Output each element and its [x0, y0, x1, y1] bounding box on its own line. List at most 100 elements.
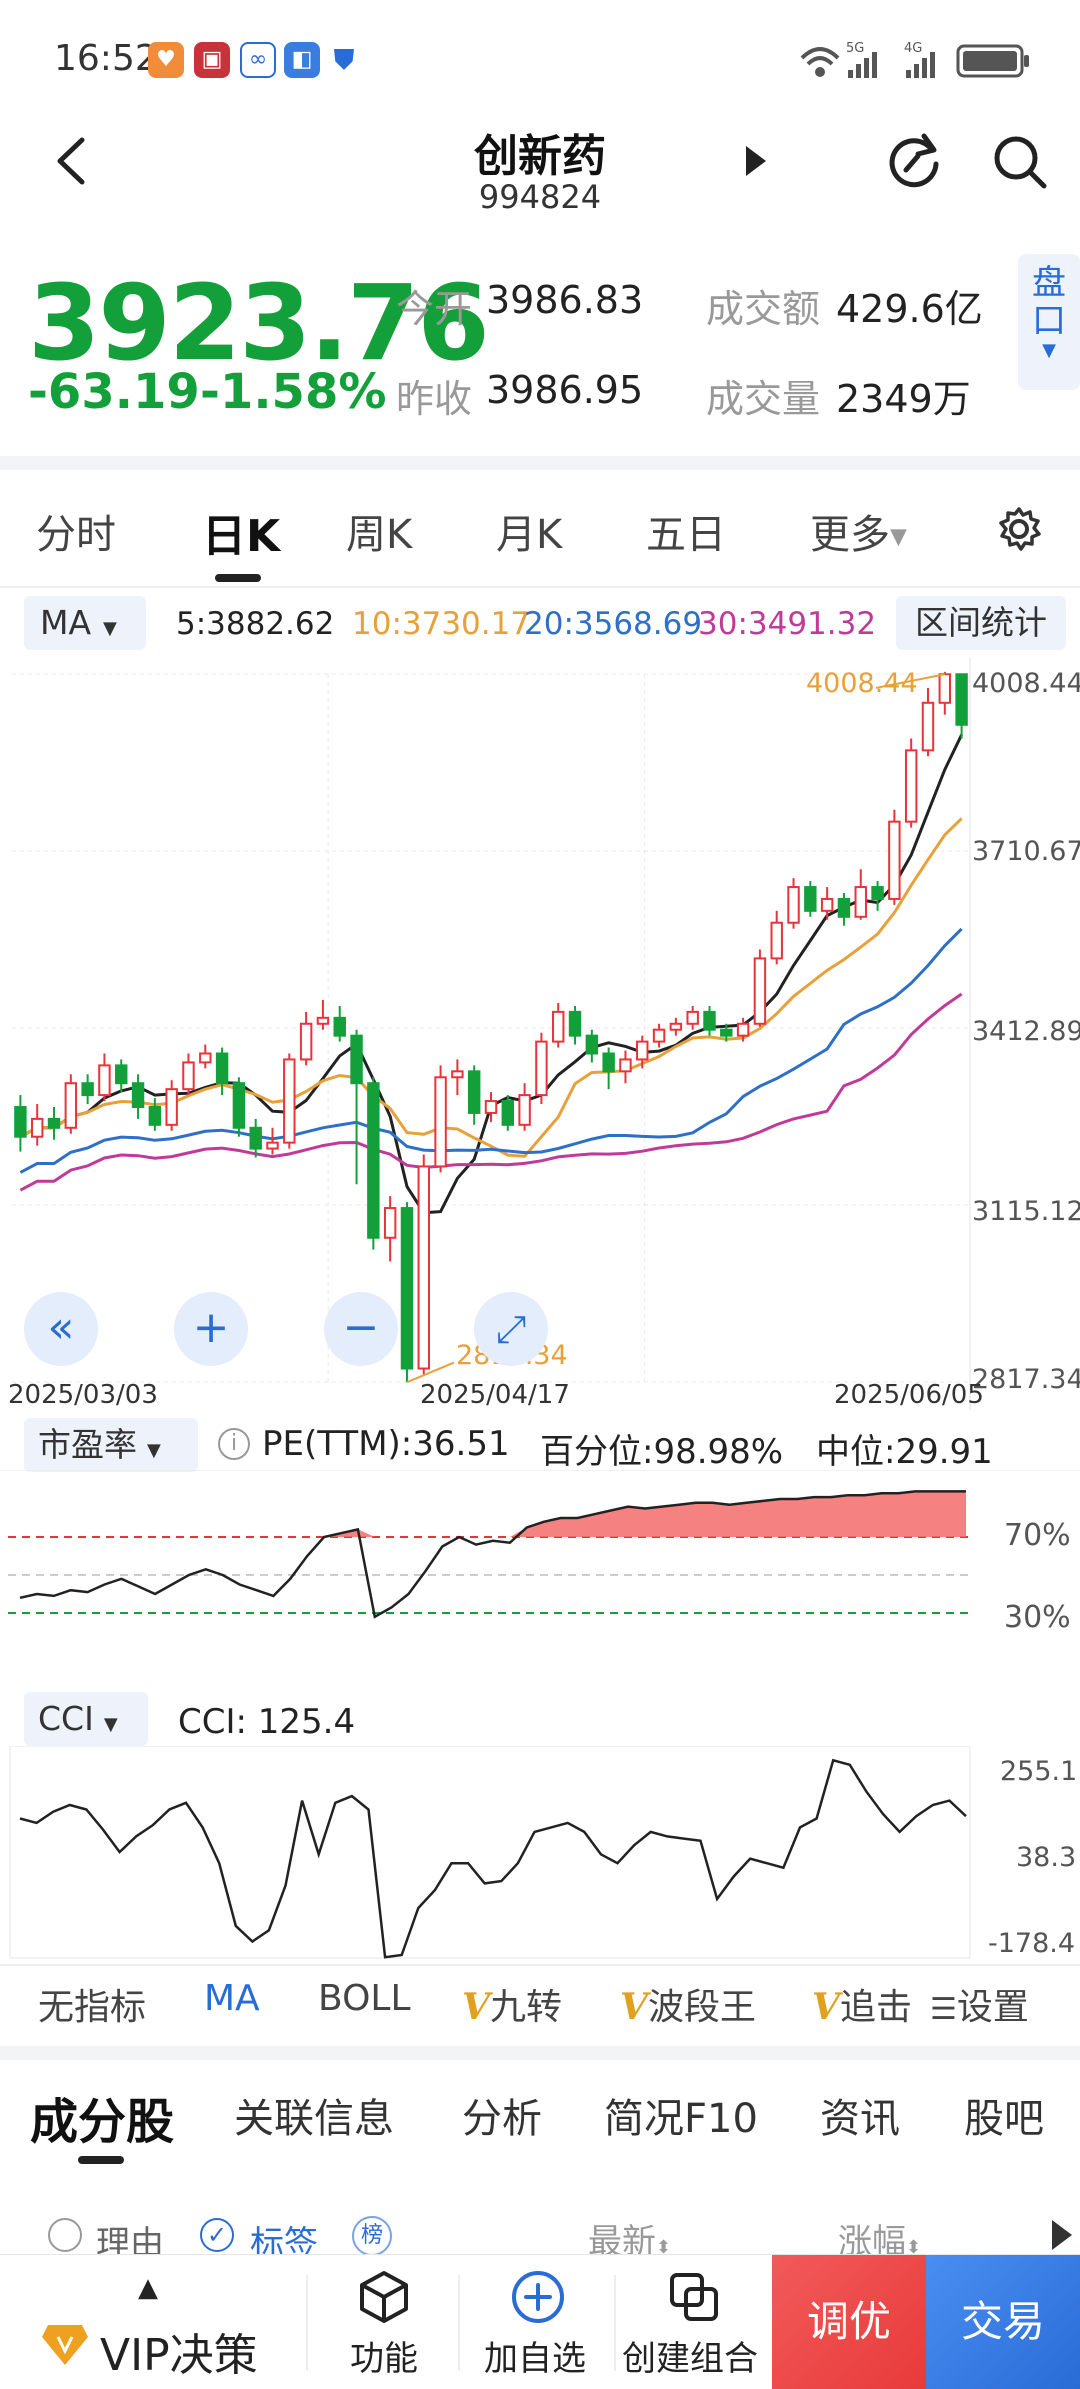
candle-body-3	[64, 1082, 78, 1129]
tab-more-label: 更多	[810, 512, 890, 558]
cci-selector[interactable]: CCI ▼	[24, 1692, 148, 1746]
shield-icon: ⛊	[333, 43, 355, 76]
y-tick-4: 3115.12	[972, 1196, 1080, 1227]
candle-body-11	[199, 1052, 212, 1064]
candle-body-45	[770, 921, 783, 960]
create-combo-button[interactable]: 创建组合	[616, 2255, 770, 2389]
scroll-left-button[interactable]: «	[24, 1292, 98, 1366]
search-icon[interactable]	[992, 134, 1048, 190]
prev-close-value: 3986.95	[486, 368, 644, 412]
divider	[0, 586, 1080, 588]
tab-related-info[interactable]: 关联信息	[234, 2086, 394, 2144]
layers-icon	[670, 2273, 718, 2321]
pe-chart[interactable]	[0, 1470, 1080, 1684]
chevron-up-icon: ▲	[138, 2273, 158, 2303]
function-button[interactable]: 功能	[308, 2255, 458, 2389]
tab-news[interactable]: 资讯	[820, 2086, 900, 2144]
tab-daily-k[interactable]: 日K	[202, 500, 280, 564]
pe-median: 中位:29.91	[816, 1432, 993, 1472]
cci-y-tick-3: -178.4	[988, 1928, 1076, 1959]
candle-body-2	[47, 1117, 61, 1129]
tab-monthly-k[interactable]: 月K	[496, 502, 562, 560]
volume-label: 成交量	[706, 377, 821, 421]
tab-analysis[interactable]: 分析	[462, 2086, 542, 2144]
ma-selector[interactable]: MA ▼	[24, 596, 146, 650]
candle-body-47	[804, 886, 817, 912]
cci-chart[interactable]	[0, 1746, 1080, 1960]
trade-button[interactable]: 交易	[926, 2255, 1080, 2389]
candle-body-25	[434, 1076, 447, 1168]
candle-body-53	[904, 749, 918, 823]
candle-body-36	[619, 1058, 632, 1073]
prev-close-label: 昨收	[396, 377, 473, 421]
candle-body-52	[888, 820, 901, 900]
cci-selector-label: CCI	[38, 1699, 94, 1738]
ma5-value: 5:3882.62	[176, 606, 335, 642]
candle-body-54	[921, 701, 935, 752]
tab-five-day[interactable]: 五日	[646, 502, 726, 560]
pankou-label-2: 口	[1032, 301, 1066, 341]
reason-radio[interactable]	[48, 2218, 82, 2252]
vip-decision-button[interactable]: ▲ VIP决策	[0, 2255, 306, 2389]
optimize-button[interactable]: 调优	[772, 2255, 926, 2389]
indicator-band-king[interactable]: V波段王	[620, 1978, 756, 2030]
tab-weekly-k[interactable]: 周K	[346, 502, 412, 560]
indicator-none[interactable]: 无指标	[38, 1978, 146, 2030]
price-change-pct: -1.58%	[200, 364, 387, 420]
candle-body-13	[232, 1082, 246, 1129]
tags-checkbox[interactable]: ✓	[200, 2218, 234, 2252]
indicator-settings[interactable]: ☰设置	[930, 1978, 1029, 2030]
candle-body-34	[585, 1034, 599, 1055]
ma-line-20	[19, 927, 963, 1174]
tab-intraday[interactable]: 分时	[36, 502, 116, 560]
range-stats-button[interactable]: 区间统计	[896, 596, 1066, 650]
kline-chart[interactable]	[0, 658, 1080, 1410]
refresh-icon[interactable]	[884, 132, 942, 190]
next-stock-icon[interactable]	[744, 144, 768, 178]
pankou-button[interactable]: 盘 口 ▼	[1018, 254, 1080, 390]
indicator-boll[interactable]: BOLL	[318, 1978, 411, 2019]
indicator-band-king-label: 波段王	[647, 1987, 756, 2028]
candle-body-26	[451, 1070, 464, 1079]
date-start: 2025/03/03	[8, 1380, 158, 1410]
gear-icon[interactable]	[996, 506, 1042, 552]
divider	[0, 1964, 1080, 1966]
add-circle-icon	[512, 2271, 564, 2323]
indicator-pursuit-label: 追击	[839, 1987, 912, 2028]
candle-body-56	[955, 673, 968, 726]
y-tick-3: 3412.89	[972, 1016, 1080, 1047]
expand-right-icon[interactable]	[1050, 2218, 1074, 2252]
tab-constituents[interactable]: 成分股	[30, 2082, 174, 2152]
indicator-pursuit[interactable]: V追击	[812, 1978, 912, 2030]
zoom-out-button[interactable]: −	[324, 1292, 398, 1366]
link-notification-icon: ∞	[240, 42, 276, 78]
date-mid: 2025/04/17	[420, 1380, 570, 1410]
open-label: 今开	[396, 287, 473, 331]
pe-selector[interactable]: 市盈率 ▼	[24, 1418, 198, 1472]
candle-body-16	[283, 1058, 296, 1144]
indicator-ma[interactable]: MA	[204, 1978, 260, 2019]
add-watchlist-button[interactable]: 加自选	[460, 2255, 614, 2389]
candle-body-6	[115, 1064, 128, 1085]
candle-body-30	[518, 1094, 531, 1126]
rank-badge[interactable]: 榜	[352, 2216, 392, 2256]
candle-body-5	[98, 1064, 111, 1097]
cci-line	[19, 1758, 967, 1959]
fullscreen-button[interactable]: ⤢	[474, 1292, 548, 1366]
tab-more[interactable]: 更多▼	[810, 502, 907, 560]
tab-forum[interactable]: 股吧	[964, 2086, 1044, 2144]
candle-body-48	[820, 897, 834, 912]
candle-body-24	[417, 1165, 430, 1370]
cci-y-tick-2: 38.3	[1016, 1842, 1077, 1873]
vip-v-mark: V	[812, 1986, 840, 2028]
zoom-in-button[interactable]: +	[174, 1292, 248, 1366]
candle-body-20	[350, 1034, 363, 1085]
indicator-nine-turn[interactable]: V九转	[462, 1978, 562, 2030]
candle-body-1	[31, 1117, 44, 1138]
info-icon[interactable]: i	[218, 1428, 250, 1460]
pe-level-low: 30%	[1004, 1600, 1071, 1635]
y-tick-2: 3710.67	[972, 836, 1080, 867]
tab-profile-f10[interactable]: 简况F10	[604, 2086, 758, 2144]
date-end: 2025/06/05	[834, 1380, 984, 1410]
indicator-nine-turn-label: 九转	[489, 1987, 562, 2028]
